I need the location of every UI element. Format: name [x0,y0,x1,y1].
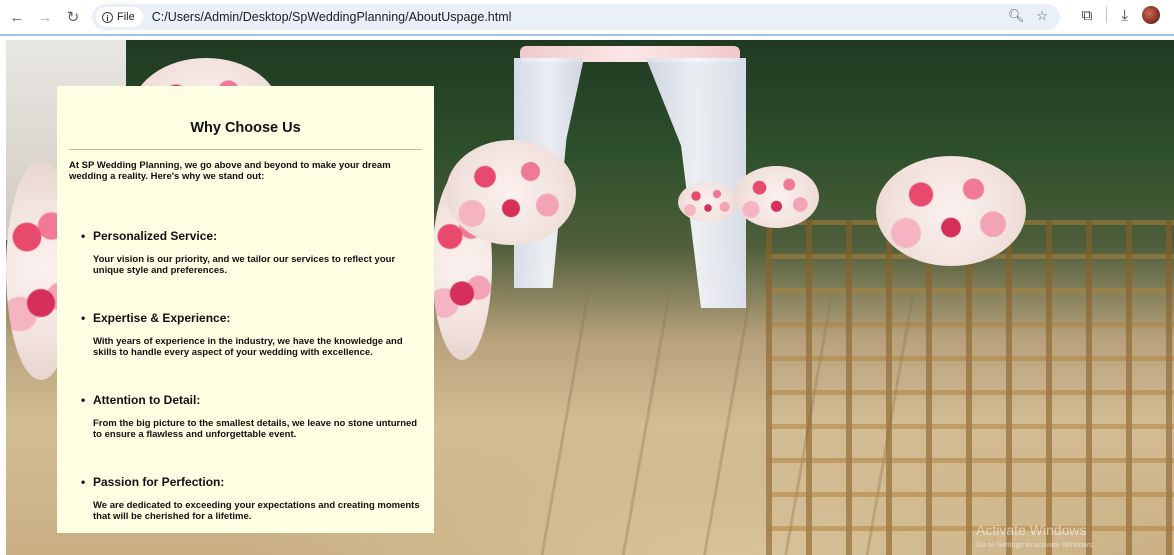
item-title: Attention to Detail: [93,393,422,407]
list-item: Expertise & Experience: With years of ex… [69,311,422,358]
why-choose-us-card: Why Choose Us At SP Wedding Planning, we… [57,86,434,533]
browser-toolbar: ← → ↻ i File C:/Users/Admin/Desktop/SpWe… [0,0,1174,34]
intro-text: At SP Wedding Planning, we go above and … [69,160,391,182]
flower-arrangement [446,140,576,245]
list-item: Personalized Service: Your vision is our… [69,229,422,276]
list-item: Attention to Detail: From the big pictur… [69,393,422,440]
toolbar-divider [1106,7,1108,23]
flower-arrangement [678,182,738,222]
download-icon[interactable]: ⤓ [1121,7,1128,24]
item-description: With years of experience in the industry… [93,336,403,358]
list-item: Passion for Perfection: We are dedicated… [69,475,422,522]
file-label: File [117,11,135,23]
item-description: Your vision is our priority, and we tail… [93,254,396,276]
back-icon[interactable]: ← [6,6,28,28]
page-title: Why Choose Us [190,120,301,136]
watermark-title: Activate Windows [976,522,1087,538]
info-icon: i [102,11,113,23]
extensions-icon[interactable]: ⧉ [1082,7,1093,24]
star-icon[interactable]: ☆ [1036,8,1048,24]
site-info-chip[interactable]: i File [96,7,143,27]
forward-icon[interactable]: → [34,6,56,28]
watermark-subtitle: Go to Settings to activate Windows. [976,540,1095,549]
reload-icon[interactable]: ↻ [62,6,84,28]
item-description: From the big picture to the smallest det… [93,418,418,440]
reasons-list: Personalized Service: Your vision is our… [69,229,422,522]
address-bar[interactable]: i File C:/Users/Admin/Desktop/SpWeddingP… [92,4,1060,30]
item-title: Personalized Service: [93,229,422,243]
title-divider [69,149,422,150]
url-text[interactable]: C:/Users/Admin/Desktop/SpWeddingPlanning… [152,10,512,24]
background-chairs [766,220,1174,555]
item-title: Expertise & Experience: [93,311,422,325]
item-title: Passion for Perfection: [93,475,422,489]
activate-windows-watermark: Activate Windows Go to Settings to activ… [976,522,1094,549]
profile-avatar[interactable] [1142,6,1160,24]
page-viewport: Activate Windows Go to Settings to activ… [0,34,1174,555]
zoom-icon[interactable]: 🔍︎ [1008,8,1025,24]
flower-arrangement [734,166,819,228]
focus-line [0,34,1174,36]
flower-arrangement [876,156,1026,266]
item-description: We are dedicated to exceeding your expec… [93,500,420,522]
